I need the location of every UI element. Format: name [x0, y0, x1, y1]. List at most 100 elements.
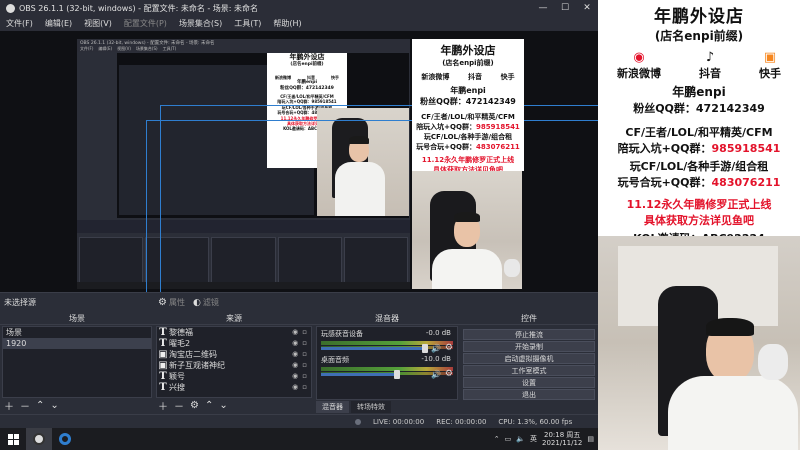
scene-item[interactable]: 场景 — [3, 327, 151, 338]
source-item[interactable]: T 兴搜 ◉ ▫ — [157, 382, 311, 393]
tab-transitions[interactable]: 转场特效 — [351, 401, 391, 413]
title-bar[interactable]: OBS 26.1.1 (32-bit, windows) - 配置文件: 未命名… — [0, 0, 598, 16]
speaker-icon[interactable]: 🔊 — [431, 370, 441, 379]
track-name: 桌面音频 — [321, 356, 349, 364]
studio-mode-button[interactable]: 工作室模式 — [463, 365, 595, 376]
preview-canvas[interactable]: OBS 26.1.1 (32-bit, windows) - 配置文件: 未命名… — [0, 31, 598, 292]
slider-knob[interactable] — [422, 344, 428, 353]
eye-icon[interactable]: ◉ — [292, 383, 298, 391]
system-tray: ⌃ ▭ 🔈 英 20:18 周五 2021/11/12 ▤ — [494, 428, 598, 450]
lock-icon[interactable]: ▫ — [302, 372, 307, 380]
track-gear-icon[interactable]: ⚙ — [445, 369, 453, 379]
app-taskbar-icon[interactable] — [52, 428, 78, 450]
preview-body — [432, 249, 502, 289]
lock-icon[interactable]: ▫ — [302, 361, 307, 369]
clock[interactable]: 20:18 周五 2021/11/12 — [542, 431, 582, 448]
text-source-icon: T — [159, 338, 167, 349]
source-item[interactable]: T 颖号 ◉ ▫ — [157, 371, 311, 382]
lock-icon[interactable]: ▫ — [302, 383, 307, 391]
window-title: OBS 26.1.1 (32-bit, windows) - 配置文件: 未命名… — [19, 3, 259, 13]
scene-item-selected[interactable]: 1920 — [3, 338, 151, 349]
image-source-icon: ▣ — [158, 360, 168, 371]
stop-streaming-button[interactable]: 停止推流 — [463, 329, 595, 340]
obs-window: OBS 26.1.1 (32-bit, windows) - 配置文件: 未命名… — [0, 0, 598, 428]
filter-icon[interactable]: ◐ — [193, 298, 201, 308]
scenes-footer: ＋ － ⌃ ⌄ — [2, 398, 59, 413]
notification-icon[interactable]: ▤ — [587, 435, 594, 443]
source-settings-icon[interactable]: ⚙ — [190, 400, 199, 411]
menu-edit[interactable]: 编辑(E) — [45, 18, 72, 29]
live-status: LIVE: 00:00:00 — [373, 417, 425, 426]
volume-slider[interactable] — [321, 370, 400, 379]
source-item[interactable]: ▣ 新子互观诸神纪 ◉ ▫ — [157, 360, 311, 371]
close-button[interactable]: ✕ — [576, 0, 598, 16]
lock-icon[interactable]: ▫ — [302, 350, 307, 358]
volume-icon[interactable]: 🔈 — [516, 435, 525, 443]
add-scene-button[interactable]: ＋ — [4, 398, 14, 413]
start-recording-button[interactable]: 开始录制 — [463, 341, 595, 352]
slider-knob[interactable] — [394, 370, 400, 379]
exit-button[interactable]: 退出 — [463, 389, 595, 400]
nested-dock-3 — [211, 237, 276, 287]
card-line4: 玩号合玩+QQ群：483076211 — [598, 174, 800, 190]
eye-icon[interactable]: ◉ — [292, 350, 298, 358]
menu-profile[interactable]: 配置文件(P) — [124, 18, 167, 29]
controls-dock: 控件 停止推流 开始录制 启动虚拟摄像机 工作室模式 设置 退出 — [460, 312, 598, 414]
menu-file[interactable]: 文件(F) — [6, 18, 33, 29]
start-virtual-camera-button[interactable]: 启动虚拟摄像机 — [463, 353, 595, 364]
weibo-icon: ◉ — [633, 50, 645, 65]
windows-start-button[interactable] — [0, 428, 26, 450]
filters-button[interactable]: 滤镜 — [203, 297, 219, 308]
lock-icon[interactable]: ▫ — [302, 339, 307, 347]
remove-scene-button[interactable]: － — [20, 398, 30, 413]
card-line4-label: 玩号合玩+QQ群： — [617, 176, 712, 189]
track-gear-icon[interactable]: ⚙ — [445, 343, 453, 353]
move-down-icon[interactable]: ⌄ — [50, 400, 58, 411]
text-source-icon: T — [159, 327, 167, 338]
chevron-up-icon[interactable]: ⌃ — [494, 435, 500, 443]
text-source-icon: T — [159, 371, 167, 382]
network-icon[interactable]: ▭ — [505, 435, 512, 443]
move-up-icon[interactable]: ⌃ — [205, 400, 213, 411]
eye-icon[interactable]: ◉ — [292, 339, 298, 347]
source-item[interactable]: T 曜毛2 ◉ ▫ — [157, 338, 311, 349]
settings-button[interactable]: 设置 — [463, 377, 595, 388]
remove-source-button[interactable]: － — [174, 398, 184, 413]
image-source-icon: ▣ — [158, 349, 168, 360]
menu-help[interactable]: 帮助(H) — [273, 18, 301, 29]
eye-icon[interactable]: ◉ — [292, 361, 298, 369]
eye-icon[interactable]: ◉ — [292, 328, 298, 336]
minimize-button[interactable]: — — [532, 0, 554, 16]
preview-card-douyin: 抖音 — [467, 73, 482, 81]
mixer-body: 玩感获音设备 -0.0 dB 🔊 ⚙ 桌面音频 -10.0 dB 🔊 ⚙ — [316, 326, 458, 400]
ime-icon[interactable]: 英 — [530, 434, 537, 444]
nested-menu-edit: 编辑(E) — [98, 46, 113, 51]
clock-date: 2021/11/12 — [542, 439, 583, 447]
properties-button[interactable]: 属性 — [169, 297, 185, 308]
promo-card: 年鹏外设店 (店名enpi前缀) ◉ 新浪微博 ♪ 抖音 ▣ 快手 年鹏enpi 粉丝… — [598, 0, 800, 245]
speaker-icon[interactable]: 🔊 — [431, 344, 441, 353]
lock-icon[interactable]: ▫ — [302, 328, 307, 336]
add-source-button[interactable]: ＋ — [158, 398, 168, 413]
obs-taskbar-icon[interactable] — [26, 428, 52, 450]
preview-promo-card: 年鹏外设店 (店名enpi前缀) 新浪微博 抖音 快手 年鹏enpi 粉丝QQ群：4… — [412, 39, 524, 171]
source-item[interactable]: T 黎德福 ◉ ▫ — [157, 327, 311, 338]
move-up-icon[interactable]: ⌃ — [36, 400, 44, 411]
source-item[interactable]: ▣ 淘宝店二维码 ◉ ▫ — [157, 349, 311, 360]
maximize-button[interactable]: ☐ — [554, 0, 576, 16]
volume-slider[interactable] — [321, 344, 428, 353]
preview-card-handle: 年鹏enpi — [450, 86, 486, 95]
selection-line-vert-2 — [160, 105, 161, 292]
gear-icon[interactable]: ⚙ — [158, 297, 167, 308]
eye-icon[interactable]: ◉ — [292, 372, 298, 380]
preview-card-subtitle: (店名enpi前缀) — [442, 59, 494, 67]
menu-tools[interactable]: 工具(T) — [234, 18, 261, 29]
nested-dock-5 — [343, 237, 409, 287]
menu-view[interactable]: 视图(V) — [84, 18, 112, 29]
card-subtitle: (店名enpi前缀) — [654, 29, 744, 43]
status-bar: LIVE: 00:00:00 REC: 00:00:00 CPU: 1.3%, … — [0, 414, 598, 428]
menu-scene-collection[interactable]: 场景集合(S) — [179, 18, 222, 29]
tab-mixer[interactable]: 混音器 — [316, 401, 349, 413]
move-down-icon[interactable]: ⌄ — [219, 400, 227, 411]
track-db: -0.0 dB — [425, 329, 451, 337]
